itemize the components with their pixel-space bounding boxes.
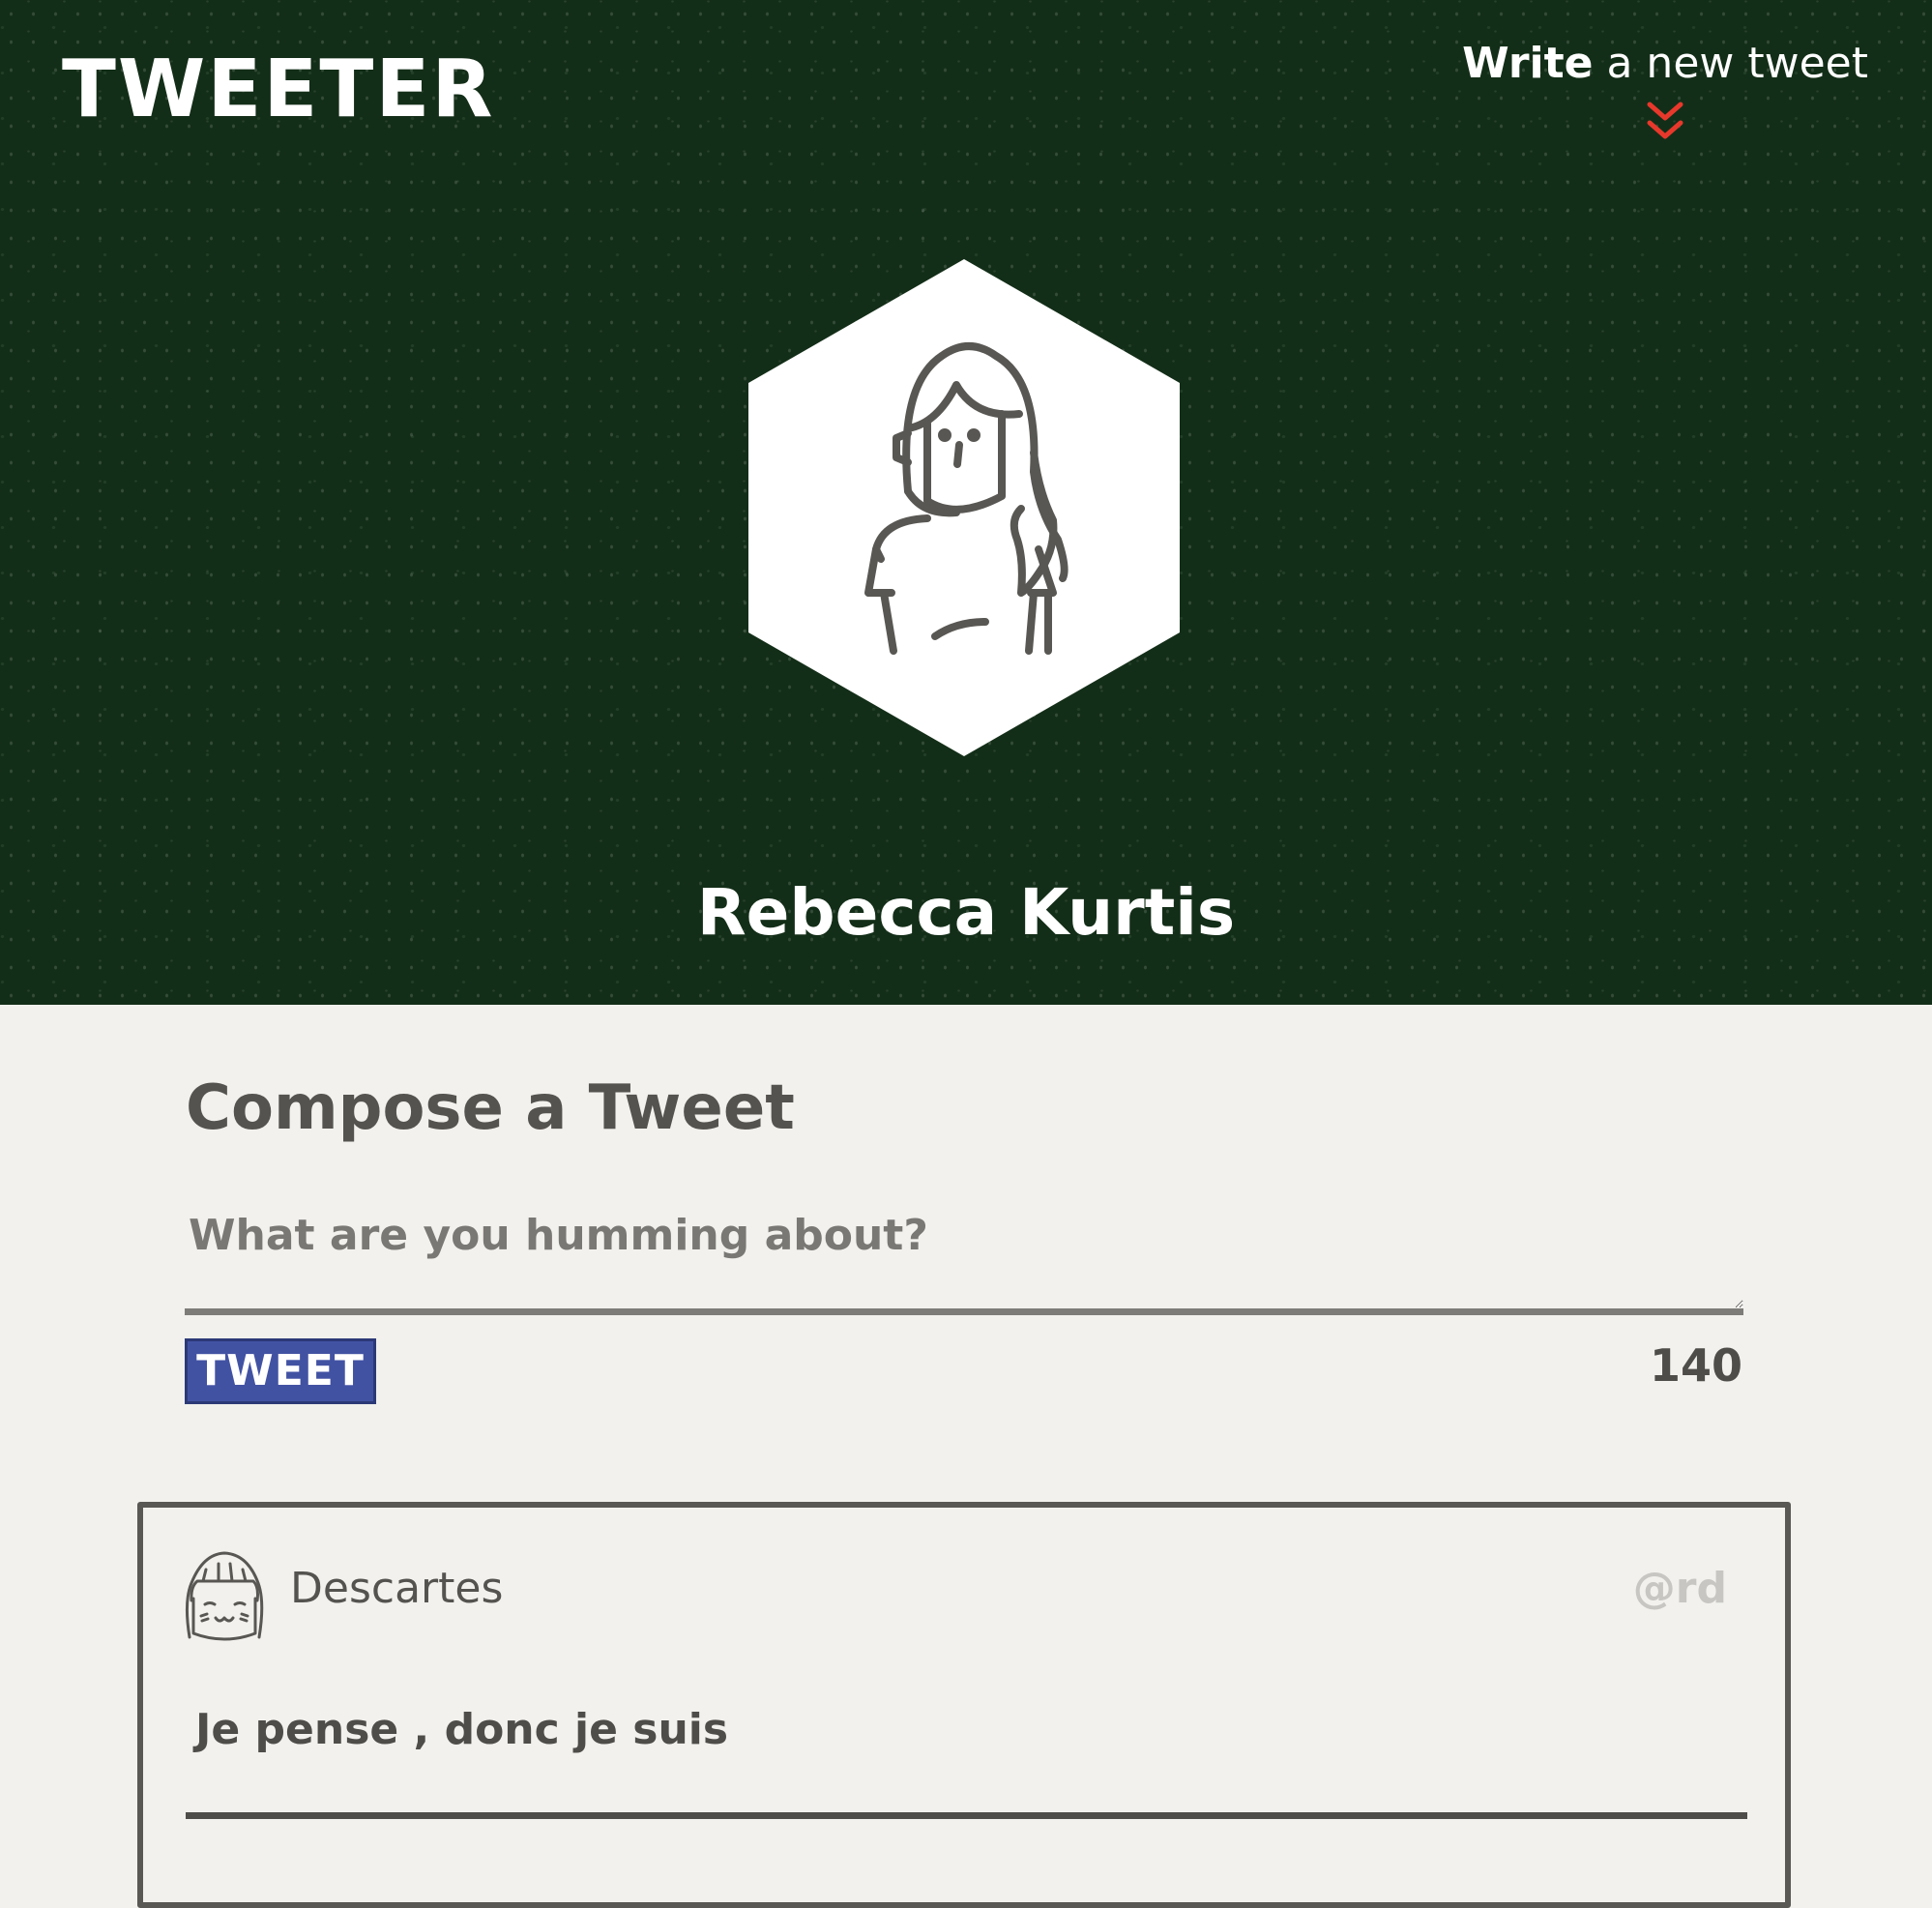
- profile-header: TWEETER Write a new tweet Rebecca Kurtis: [0, 0, 1932, 1005]
- tweet-user-handle: @rd: [1632, 1564, 1727, 1613]
- tweet-user-name: Descartes: [290, 1564, 504, 1613]
- compose-title: Compose a Tweet: [186, 1072, 795, 1144]
- tweet-card: Descartes @rd Je pense , donc je suis: [137, 1502, 1791, 1908]
- double-chevron-down-icon[interactable]: [1644, 100, 1686, 144]
- tweet-divider: [186, 1812, 1747, 1819]
- profile-name: Rebecca Kurtis: [696, 875, 1236, 950]
- write-new-tweet-toggle[interactable]: Write a new tweet: [1462, 39, 1868, 144]
- write-new-tweet-label[interactable]: Write a new tweet: [1462, 39, 1868, 90]
- tweet-input[interactable]: [185, 1199, 1743, 1315]
- app-logo[interactable]: TWEETER: [62, 50, 495, 130]
- smiling-face-avatar-icon: [185, 1551, 264, 1641]
- woman-avatar-icon: [748, 259, 1180, 756]
- tweet-content: Je pense , donc je suis: [195, 1705, 729, 1754]
- write-new-tweet-label-bold: Write: [1462, 39, 1594, 88]
- tweet-button[interactable]: TWEET: [185, 1338, 376, 1404]
- character-counter: 140: [1649, 1339, 1742, 1392]
- write-new-tweet-label-rest: a new tweet: [1593, 39, 1868, 88]
